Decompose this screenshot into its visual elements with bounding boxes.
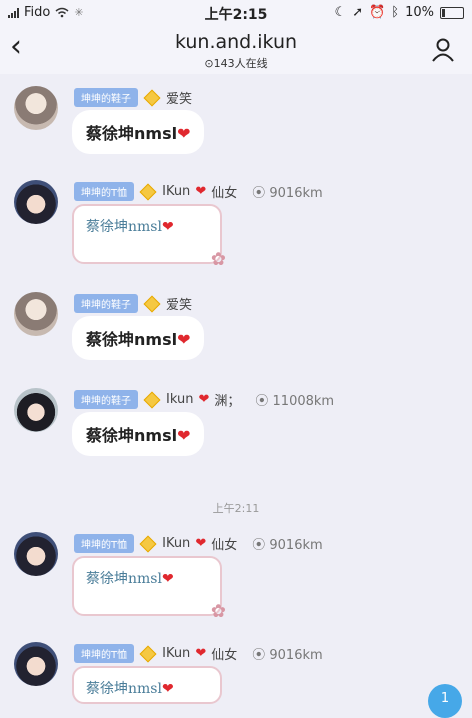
location-tag: ⦿ 9016km [252, 644, 322, 663]
message-text: 蔡徐坤nmsl [86, 330, 178, 349]
location-distance: 9016km [269, 648, 323, 663]
location-tag: ⦿ 9016km [252, 182, 322, 201]
title-badge: 坤坤的T恤 [74, 534, 135, 553]
heart-icon: ❤ [177, 124, 191, 143]
moon-icon: ☾ [334, 5, 347, 20]
message-bubble[interactable]: 蔡徐坤nmsl❤ [72, 316, 205, 360]
sender-name-suffix: 仙女 [211, 648, 238, 663]
heart-icon: ❤ [195, 184, 207, 199]
sender-name-suffix: 仙女 [211, 186, 238, 201]
title-badge: 坤坤的鞋子 [74, 390, 138, 409]
avatar[interactable] [14, 86, 58, 130]
status-bar: Fido ✳ 上午2:15 ☾ ➚ ⏰ ᛒ 10% [0, 0, 472, 26]
message-text: 蔡徐坤nmsl [86, 571, 162, 587]
status-right: ☾ ➚ ⏰ ᛒ 10% [335, 5, 464, 20]
online-icon: ⊙ [204, 57, 214, 70]
avatar[interactable] [14, 388, 58, 432]
pin-icon: ⦿ [255, 394, 269, 409]
message-bubble[interactable]: 蔡徐坤nmsl❤ [72, 412, 205, 456]
diamond-icon [139, 535, 157, 552]
diamond-icon [143, 391, 161, 408]
flower-icon: ✿ [210, 601, 226, 622]
heart-icon: ❤ [195, 536, 207, 551]
message-text: 蔡徐坤nmsl [86, 124, 178, 143]
online-count-text: 143人在线 [213, 57, 268, 70]
alarm-icon: ⏰ [369, 5, 386, 20]
sender-name-suffix: 渊； [214, 394, 241, 409]
location-tag: ⦿ 9016km [252, 534, 322, 553]
heart-icon: ❤ [177, 426, 191, 445]
diamond-icon [143, 295, 161, 312]
chat-header: ‹ kun.and.ikun ⊙143人在线 [0, 26, 472, 74]
location-distance: 9016km [269, 538, 323, 553]
message-text: 蔡徐坤nmsl [86, 219, 162, 235]
pin-icon: ⦿ [252, 186, 266, 201]
title-badge: 坤坤的鞋子 [74, 88, 138, 107]
sender-meta: 坤坤的鞋子 爱笑 [74, 294, 192, 313]
sender-name[interactable]: Ikun [166, 392, 193, 407]
bluetooth-icon: ᛒ [391, 5, 400, 20]
battery-icon [440, 6, 464, 19]
person-icon [432, 38, 454, 62]
flower-icon: ✿ [210, 249, 226, 270]
avatar[interactable] [14, 292, 58, 336]
sender-meta: 坤坤的T恤 IKun ❤ 仙女 ⦿ 9016km [74, 534, 323, 553]
members-button[interactable] [430, 36, 458, 68]
message-text: 蔡徐坤nmsl [86, 426, 178, 445]
sender-meta: 坤坤的T恤 IKun ❤ 仙女 ⦿ 9016km [74, 644, 323, 663]
sender-name[interactable]: IKun [162, 646, 190, 661]
avatar[interactable] [14, 532, 58, 576]
pin-icon: ⦿ [252, 538, 266, 553]
title-badge: 坤坤的T恤 [74, 644, 135, 663]
message-text: 蔡徐坤nmsl [86, 681, 162, 697]
location-distance: 11008km [272, 394, 335, 409]
sender-name[interactable]: IKun [162, 184, 190, 199]
battery-label: 10% [405, 5, 434, 20]
heart-icon: ❤ [177, 330, 191, 349]
group-title: kun.and.ikun [174, 31, 298, 53]
heart-icon: ❤ [161, 571, 174, 587]
heart-icon: ❤ [195, 646, 207, 661]
location-arrow-icon: ➚ [352, 5, 364, 20]
title-badge: 坤坤的T恤 [74, 182, 135, 201]
location-tag: ⦿ 11008km [255, 390, 334, 409]
heart-icon: ❤ [161, 219, 174, 235]
location-distance: 9016km [269, 186, 323, 201]
title-badge: 坤坤的鞋子 [74, 294, 138, 313]
time-divider: 上午2:11 [212, 502, 260, 515]
pin-icon: ⦿ [252, 648, 266, 663]
sender-meta: 坤坤的鞋子 Ikun ❤ 渊； ⦿ 11008km [74, 390, 334, 409]
online-count: ⊙143人在线 [0, 55, 472, 71]
unread-count-badge[interactable]: 1 [428, 684, 462, 718]
heart-icon: ❤ [198, 392, 210, 407]
diamond-icon [139, 183, 157, 200]
sender-meta: 坤坤的鞋子 爱笑 [74, 88, 192, 107]
message-bubble[interactable]: 蔡徐坤nmsl❤ [72, 110, 205, 154]
sender-name[interactable]: 爱笑 [166, 294, 192, 313]
sender-name[interactable]: 爱笑 [166, 88, 192, 107]
diamond-icon [139, 645, 157, 662]
heart-icon: ❤ [161, 681, 174, 697]
sender-name-suffix: 仙女 [211, 538, 238, 553]
diamond-icon [143, 89, 161, 106]
avatar[interactable] [14, 642, 58, 686]
message-card[interactable]: 蔡徐坤nmsl❤ ✿ [72, 204, 226, 270]
avatar[interactable] [14, 180, 58, 224]
message-card[interactable]: 蔡徐坤nmsl❤ [72, 666, 222, 704]
message-card[interactable]: 蔡徐坤nmsl❤ ✿ [72, 556, 226, 622]
sender-meta: 坤坤的T恤 IKun ❤ 仙女 ⦿ 9016km [74, 182, 323, 201]
sender-name[interactable]: IKun [162, 536, 190, 551]
